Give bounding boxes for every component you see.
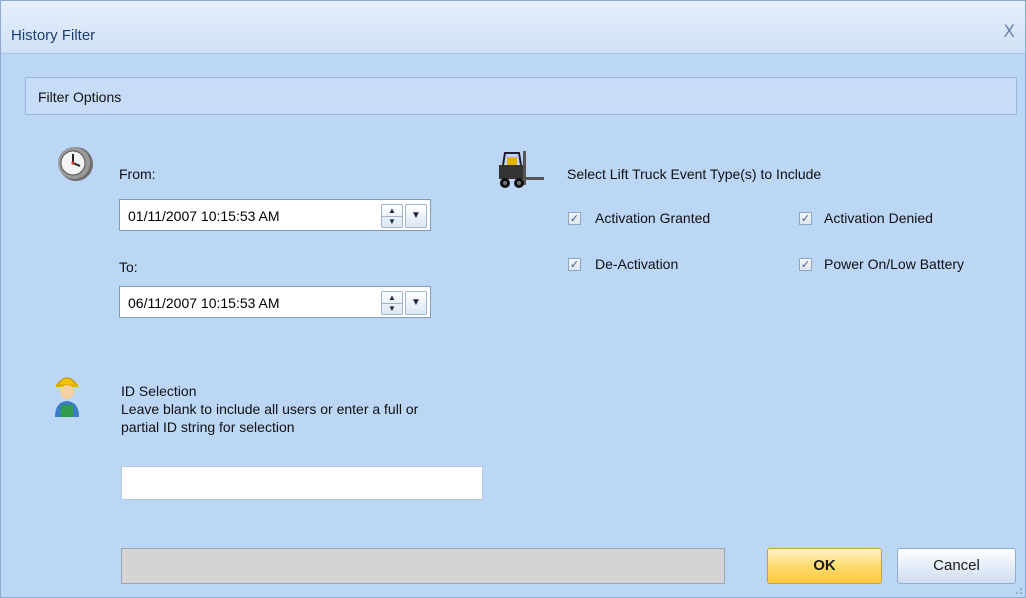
event-types-heading: Select Lift Truck Event Type(s) to Inclu…	[567, 166, 822, 182]
close-icon[interactable]: X	[1003, 22, 1015, 42]
status-progress-bar	[121, 548, 725, 584]
filter-options-label: Filter Options	[38, 89, 122, 105]
power-on-low-battery-checkbox[interactable]: ✓	[799, 258, 812, 271]
from-label: From:	[119, 166, 156, 182]
id-selection-hint-line1: Leave blank to include all users or ente…	[121, 401, 419, 417]
from-spin-control[interactable]: ▲ ▼	[381, 204, 403, 228]
de-activation-checkbox[interactable]: ✓	[568, 258, 581, 271]
title-bar[interactable]: History Filter X	[1, 1, 1025, 54]
to-spin-down-icon[interactable]: ▼	[382, 303, 402, 314]
user-icon	[55, 377, 79, 417]
power-on-low-battery-label[interactable]: Power On/Low Battery	[824, 256, 964, 272]
activation-granted-checkbox[interactable]: ✓	[568, 212, 581, 225]
to-dropdown-icon[interactable]: ▼	[405, 291, 427, 315]
id-selection-hint-line2: partial ID string for selection	[121, 419, 295, 435]
activation-denied-checkbox[interactable]: ✓	[799, 212, 812, 225]
history-filter-dialog: History Filter X Filter Options From: 01…	[0, 0, 1026, 598]
from-spin-down-icon[interactable]: ▼	[382, 216, 402, 227]
to-datetime-picker[interactable]: 06/11/2007 10:15:53 AM ▲ ▼ ▼	[119, 286, 431, 318]
id-selection-input[interactable]	[121, 466, 483, 500]
from-dropdown-icon[interactable]: ▼	[405, 204, 427, 228]
clock-icon	[58, 147, 93, 181]
to-datetime-value[interactable]: 06/11/2007 10:15:53 AM	[128, 295, 280, 311]
ok-button[interactable]: OK	[767, 548, 882, 584]
to-label: To:	[119, 259, 138, 275]
activation-granted-label[interactable]: Activation Granted	[595, 210, 710, 226]
de-activation-label[interactable]: De-Activation	[595, 256, 678, 272]
id-selection-title: ID Selection	[121, 383, 197, 399]
activation-denied-label[interactable]: Activation Denied	[824, 210, 933, 226]
filter-options-header: Filter Options	[25, 77, 1017, 115]
resize-grip-icon[interactable]	[1016, 588, 1022, 594]
forklift-icon	[499, 151, 544, 188]
from-datetime-value[interactable]: 01/11/2007 10:15:53 AM	[128, 208, 280, 224]
from-datetime-picker[interactable]: 01/11/2007 10:15:53 AM ▲ ▼ ▼	[119, 199, 431, 231]
to-spin-control[interactable]: ▲ ▼	[381, 291, 403, 315]
window-title: History Filter	[11, 27, 96, 44]
cancel-button[interactable]: Cancel	[897, 548, 1016, 584]
